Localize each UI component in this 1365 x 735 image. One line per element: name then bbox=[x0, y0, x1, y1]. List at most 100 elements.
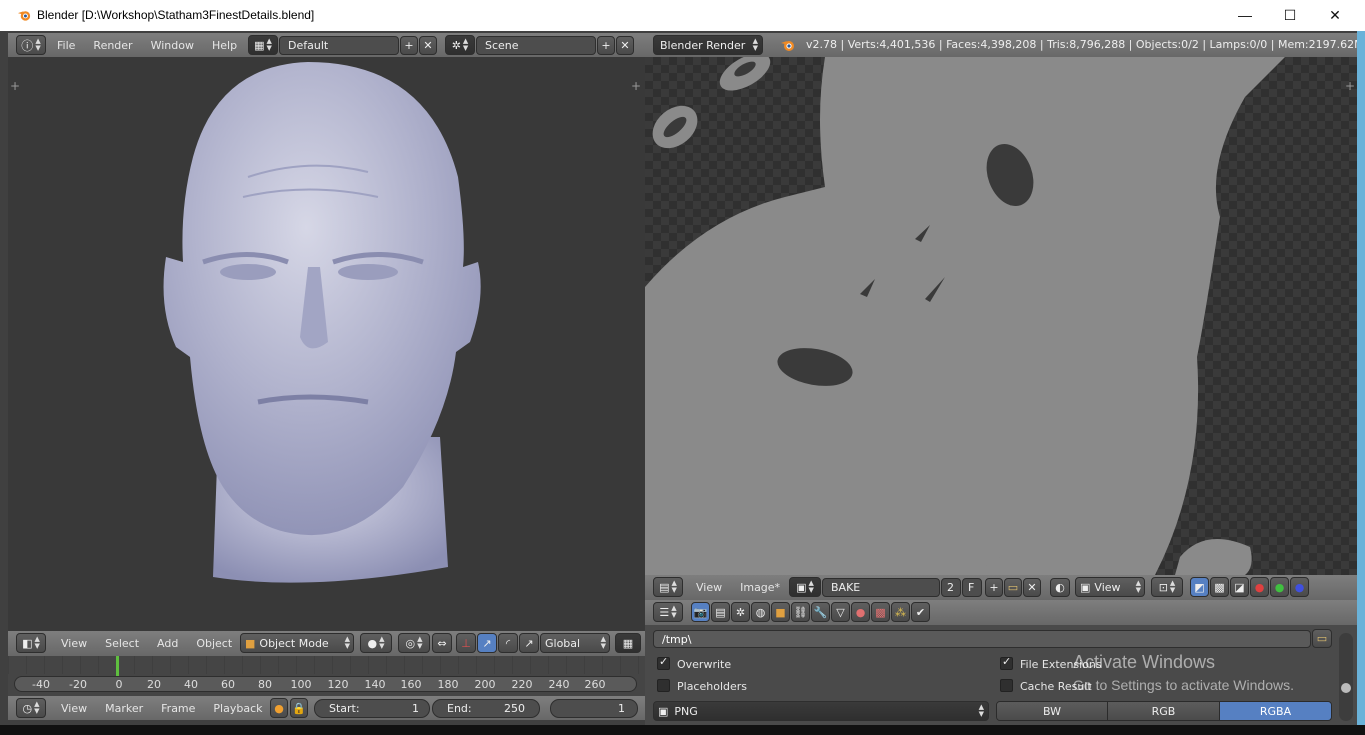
folder-browse-icon[interactable]: ▭ bbox=[1312, 629, 1332, 648]
editor-type-button[interactable]: ⓘ ▲ ▼ bbox=[16, 35, 46, 55]
shading-select[interactable]: ● ▲ ▼ bbox=[360, 633, 392, 653]
updown-arrows-icon: ▲ ▼ bbox=[379, 635, 385, 650]
green-channel-icon[interactable]: ● bbox=[1270, 577, 1289, 597]
remove-screen-icon[interactable]: ✕ bbox=[419, 36, 437, 55]
display-color-icon[interactable]: ▩ bbox=[1210, 577, 1229, 597]
menu-view[interactable]: View bbox=[687, 581, 731, 594]
display-alpha-icon[interactable]: ◪ bbox=[1230, 577, 1249, 597]
menu-file[interactable]: File bbox=[48, 39, 84, 52]
blue-channel-icon[interactable]: ● bbox=[1290, 577, 1309, 597]
image-browse[interactable]: ▣ ▲ ▼ bbox=[789, 577, 821, 597]
image-editor-icon: ▤ bbox=[659, 580, 670, 594]
menu-playback[interactable]: Playback bbox=[204, 702, 271, 715]
mode-select[interactable]: ■ Object Mode ▲ ▼ bbox=[240, 633, 354, 653]
data-tab-icon[interactable]: ▽ bbox=[831, 602, 850, 622]
world-tab-icon[interactable]: ◍ bbox=[751, 602, 770, 622]
file-format-select[interactable]: ▣ PNG ▲ ▼ bbox=[653, 701, 989, 721]
remove-scene-icon[interactable]: ✕ bbox=[616, 36, 634, 55]
unlink-image-icon[interactable]: ✕ bbox=[1023, 578, 1041, 597]
particles-tab-icon[interactable]: ⁂ bbox=[891, 602, 910, 622]
fake-user-toggle[interactable]: F bbox=[962, 578, 982, 597]
editor-type-button[interactable]: ☰ ▲ ▼ bbox=[653, 602, 683, 622]
close-button[interactable]: ✕ bbox=[1312, 3, 1358, 27]
render-layers-tab-icon[interactable]: ▤ bbox=[711, 602, 730, 622]
menu-add[interactable]: Add bbox=[148, 637, 187, 650]
color-mode-rgb[interactable]: RGB bbox=[1108, 702, 1220, 720]
start-frame-field[interactable]: Start: 1 bbox=[314, 699, 430, 718]
view-mode-select[interactable]: ▣ View ▲ ▼ bbox=[1075, 577, 1145, 597]
menu-image[interactable]: Image* bbox=[731, 581, 789, 594]
cache-result-checkbox[interactable] bbox=[1000, 679, 1013, 692]
record-keyframe-icon[interactable]: ● bbox=[270, 698, 288, 718]
display-color-alpha-icon[interactable]: ◩ bbox=[1190, 577, 1209, 597]
menu-help[interactable]: Help bbox=[203, 39, 246, 52]
pivot-select[interactable]: ◎ ▲ ▼ bbox=[398, 633, 430, 653]
pivot-select[interactable]: ⊡ ▲ ▼ bbox=[1151, 577, 1183, 597]
maximize-button[interactable]: ☐ bbox=[1267, 3, 1313, 27]
material-tab-icon[interactable]: ● bbox=[851, 602, 870, 622]
image-users-count[interactable]: 2 bbox=[941, 578, 961, 597]
lock-icon[interactable]: 🔒 bbox=[290, 698, 308, 718]
menu-object[interactable]: Object bbox=[187, 637, 241, 650]
tick-label: 260 bbox=[584, 678, 606, 691]
scene-tab-icon[interactable]: ✲ bbox=[731, 602, 750, 622]
menu-window[interactable]: Window bbox=[142, 39, 203, 52]
menu-view[interactable]: View bbox=[52, 637, 96, 650]
new-image-icon[interactable]: + bbox=[985, 578, 1003, 597]
color-mode-rgba[interactable]: RGBA bbox=[1220, 702, 1331, 720]
timeline-scrubber[interactable]: -40 -20 0 20 40 60 80 100 120 140 160 18… bbox=[14, 676, 637, 692]
add-screen-icon[interactable]: + bbox=[400, 36, 418, 55]
tick-label: 20 bbox=[147, 678, 161, 691]
translate-manipulator-icon[interactable]: ⊥ bbox=[456, 633, 476, 653]
object-tab-icon[interactable]: ■ bbox=[771, 602, 790, 622]
transform-orientation-select[interactable]: Global ▲ ▼ bbox=[540, 633, 610, 653]
menu-frame[interactable]: Frame bbox=[152, 702, 204, 715]
arc-manipulator-icon[interactable]: ◜ bbox=[498, 633, 518, 653]
scrollbar-thumb[interactable] bbox=[1341, 683, 1351, 693]
scene-field[interactable]: Scene bbox=[476, 36, 596, 55]
screen-layout-browse[interactable]: ▦ ▲ ▼ bbox=[248, 35, 278, 55]
render-engine-select[interactable]: Blender Render ▲ ▼ bbox=[653, 35, 763, 55]
editor-type-button[interactable]: ▤ ▲ ▼ bbox=[653, 577, 683, 597]
output-path-field[interactable]: /tmp\ bbox=[653, 630, 1311, 648]
expand-toolshelf-icon[interactable]: + bbox=[10, 79, 20, 93]
color-mode-bw[interactable]: BW bbox=[997, 702, 1108, 720]
manipulator-toggle-icon[interactable]: ⇔ bbox=[432, 633, 452, 653]
texture-tab-icon[interactable]: ▩ bbox=[871, 602, 890, 622]
constraints-tab-icon[interactable]: ⛓ bbox=[791, 602, 810, 622]
pin-image-icon[interactable]: ◐ bbox=[1050, 578, 1070, 597]
open-image-icon[interactable]: ▭ bbox=[1004, 578, 1022, 597]
scale-manipulator-icon[interactable]: ↗ bbox=[519, 633, 539, 653]
expand-properties-icon[interactable]: + bbox=[631, 79, 641, 93]
updown-arrows-icon: ▲ ▼ bbox=[266, 37, 272, 52]
add-scene-icon[interactable]: + bbox=[597, 36, 615, 55]
menu-select[interactable]: Select bbox=[96, 637, 148, 650]
menu-render[interactable]: Render bbox=[84, 39, 141, 52]
layers-grid-icon[interactable]: ▦ bbox=[615, 633, 641, 653]
image-editor-canvas[interactable]: + bbox=[645, 57, 1357, 575]
file-extensions-checkbox[interactable] bbox=[1000, 655, 1013, 670]
image-icon: ▣ bbox=[1080, 580, 1091, 594]
editor-type-button[interactable]: ◷ ▲ ▼ bbox=[16, 698, 46, 718]
overwrite-checkbox[interactable] bbox=[657, 655, 670, 670]
rotate-manipulator-icon[interactable]: ↗ bbox=[477, 633, 497, 653]
end-frame-field[interactable]: End: 250 bbox=[432, 699, 540, 718]
editor-type-button[interactable]: ◧ ▲ ▼ bbox=[16, 633, 46, 653]
red-channel-icon[interactable]: ● bbox=[1250, 577, 1269, 597]
modifiers-tab-icon[interactable]: 🔧 bbox=[811, 602, 830, 622]
mode-label: Object Mode bbox=[259, 636, 329, 650]
3d-viewport[interactable]: + + bbox=[8, 57, 645, 631]
render-tab-icon[interactable]: 📷 bbox=[691, 602, 710, 622]
properties-scrollbar[interactable] bbox=[1339, 633, 1353, 721]
physics-tab-icon[interactable]: ✔ bbox=[911, 602, 930, 622]
placeholders-checkbox[interactable] bbox=[657, 679, 670, 692]
screen-layout-field[interactable]: Default bbox=[279, 36, 399, 55]
menu-marker[interactable]: Marker bbox=[96, 702, 152, 715]
image-name-field[interactable]: BAKE bbox=[822, 578, 940, 597]
scene-browse[interactable]: ✲ ▲ ▼ bbox=[445, 35, 475, 55]
current-frame-marker[interactable] bbox=[116, 656, 119, 676]
menu-view[interactable]: View bbox=[52, 702, 96, 715]
expand-image-properties-icon[interactable]: + bbox=[1345, 79, 1355, 93]
minimize-button[interactable]: — bbox=[1222, 3, 1268, 27]
current-frame-field[interactable]: 1 bbox=[550, 699, 638, 718]
